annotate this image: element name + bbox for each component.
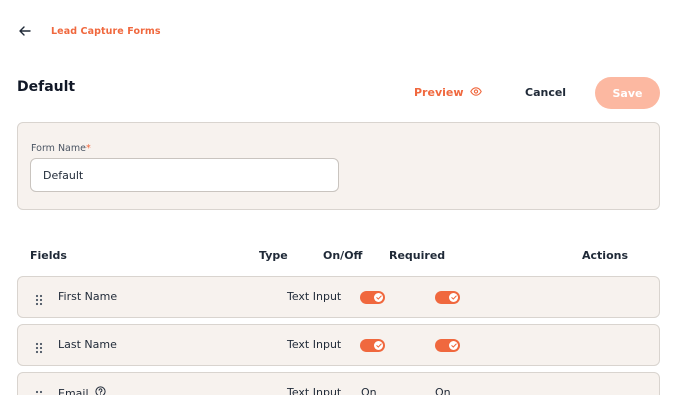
on-off-toggle[interactable] <box>360 291 385 304</box>
check-icon <box>374 341 383 350</box>
save-button[interactable]: Save <box>595 77 660 109</box>
check-icon <box>374 293 383 302</box>
column-header-required: Required <box>389 249 446 262</box>
table-row: First Name Text Input <box>17 276 660 318</box>
preview-button[interactable]: Preview <box>414 86 482 99</box>
cancel-button[interactable]: Cancel <box>525 86 566 99</box>
column-header-type: Type <box>259 249 288 262</box>
field-type: Text Input <box>287 386 342 395</box>
form-name-input[interactable]: Default <box>30 158 339 192</box>
table-row: Email Text Input On On <box>17 372 660 395</box>
required-toggle[interactable] <box>435 291 460 304</box>
field-type: Text Input <box>287 338 342 351</box>
preview-label: Preview <box>414 86 464 99</box>
drag-handle-icon[interactable] <box>35 291 43 306</box>
form-name-card: Form Name* Default <box>17 122 660 210</box>
check-icon <box>449 341 458 350</box>
on-off-value: On <box>361 386 377 395</box>
required-toggle[interactable] <box>435 339 460 352</box>
field-name: Last Name <box>58 338 117 351</box>
form-name-label: Form Name* <box>31 143 91 154</box>
column-header-fields: Fields <box>30 249 67 262</box>
field-type: Text Input <box>287 290 342 303</box>
eye-icon <box>469 86 482 99</box>
field-name: Email <box>58 386 106 395</box>
page-title: Default <box>17 79 76 95</box>
breadcrumb: Lead Capture Forms <box>18 22 161 40</box>
breadcrumb-link-lead-capture-forms[interactable]: Lead Capture Forms <box>51 26 161 37</box>
drag-handle-icon[interactable] <box>35 387 43 395</box>
field-name: First Name <box>58 290 118 303</box>
back-arrow-icon[interactable] <box>18 24 32 38</box>
help-circle-icon[interactable] <box>94 386 106 395</box>
required-value: On <box>435 386 451 395</box>
required-asterisk: * <box>85 143 91 154</box>
table-row: Last Name Text Input <box>17 324 660 366</box>
column-header-on-off: On/Off <box>323 249 363 262</box>
drag-handle-icon[interactable] <box>35 339 43 354</box>
check-icon <box>449 293 458 302</box>
on-off-toggle[interactable] <box>360 339 385 352</box>
column-header-actions: Actions <box>582 249 628 262</box>
